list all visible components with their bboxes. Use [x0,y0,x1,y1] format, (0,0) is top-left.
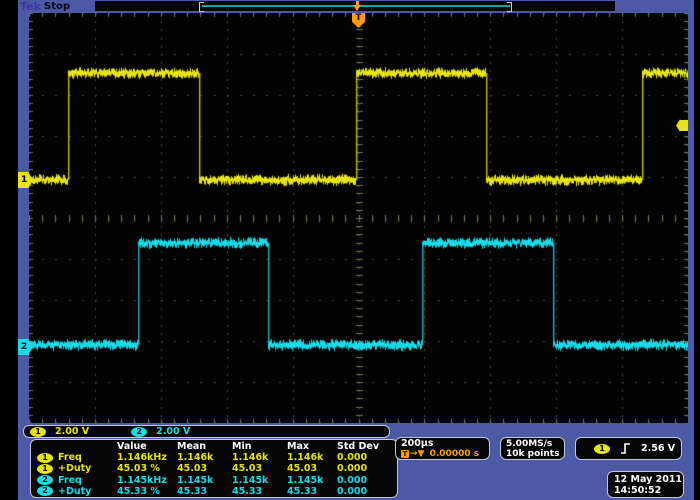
measurement-max: 45.03 [287,463,337,474]
measurement-mean: 1.145k [177,475,232,486]
left-frame-band [18,13,29,423]
channel-1-scale: 2.00 V [55,426,89,437]
measurement-mean: 1.146k [177,452,232,463]
delay-arrows: →▼ [410,449,424,459]
meas-col-max: Max [287,441,337,452]
measurement-value: 45.03 % [117,463,177,474]
horizontal-readout-box: 200µs T→▼ 0.00000 s [395,437,490,460]
measurement-name: Freq [58,452,82,463]
measurement-max: 45.33 [287,486,337,497]
trigger-position-down-arrow-icon [353,1,362,11]
acquisition-status: Stop [44,1,70,12]
measurement-value: 1.145kHz [117,475,177,486]
acquisition-readout-box: 5.00MS/s 10k points [500,437,565,460]
record-window-right-bracket [507,2,512,12]
measurement-stddev: 0.000 [337,486,389,497]
graticule-area: T 1 2 [29,13,688,423]
measurement-row-label: 1 +Duty [33,463,117,474]
measurement-value: 1.146kHz [117,452,177,463]
measurement-row-label: 2 +Duty [33,486,117,497]
meas-col-value: Value [117,441,177,452]
measurement-mean: 45.03 [177,463,232,474]
measurement-stddev: 0.000 [337,463,389,474]
waveform-canvas [29,13,688,423]
record-length: 10k points [506,449,564,459]
trigger-level-readout: 2.56 V [641,443,675,454]
measurement-mean: 45.33 [177,486,232,497]
datetime-box: 12 May 2011 14:50:52 [607,471,684,498]
time-readout: 14:50:52 [614,485,683,496]
tek-logo: Tek [20,0,41,13]
measurement-min: 1.145k [232,475,287,486]
meas-col-min: Min [232,441,287,452]
measurement-max: 1.145k [287,475,337,486]
measurement-name: +Duty [58,486,91,497]
measurement-value: 45.33 % [117,486,177,497]
measurement-min: 45.03 [232,463,287,474]
meas-col-mean: Mean [177,441,232,452]
delay-value: 0.00000 s [430,449,479,459]
arrow-head [353,5,361,11]
trigger-readout-box: 1 2.56 V [575,437,682,460]
measurement-stddev: 0.000 [337,475,389,486]
top-status-bar: Tek Stop [18,0,694,13]
trigger-delay-icon: T [401,450,409,458]
record-view-bar [95,1,615,11]
trigger-delay-readout: T→▼ 0.00000 s [401,449,489,459]
date-readout: 12 May 2011 [614,474,683,485]
channel-1-badge: 1 [30,427,46,437]
channel-1-badge: 1 [37,453,53,463]
measurement-min: 45.33 [232,486,287,497]
channel-2-scale: 2.00 V [156,426,190,437]
channel-2-badge: 2 [37,475,53,485]
measurement-max: 1.146k [287,452,337,463]
right-frame-band [688,13,694,423]
oscilloscope-screen: Tek Stop T 1 2 1 2.00 V 2 2.00 V [0,0,700,500]
bottom-readout-area: 1 2.00 V 2 2.00 V Value Mean Min Max Std… [18,423,694,500]
channel-2-badge: 2 [37,486,53,496]
channel-1-badge: 1 [37,464,53,474]
rising-edge-icon [620,442,631,455]
measurement-stddev: 0.000 [337,452,389,463]
measurement-panel: Value Mean Min Max Std Dev 1 Freq 1.146k… [30,439,398,498]
trigger-source-badge: 1 [594,444,610,454]
timebase-readout: 200µs [401,439,489,449]
channel-scale-bar: 1 2.00 V 2 2.00 V [23,425,390,438]
measurement-name: Freq [58,475,82,486]
meas-col-spacer [33,441,117,452]
meas-col-stddev: Std Dev [337,441,389,452]
channel-2-badge: 2 [131,427,147,437]
record-window-left-bracket [199,2,204,12]
measurement-name: +Duty [58,463,91,474]
measurement-min: 1.146k [232,452,287,463]
measurement-row-label: 1 Freq [33,452,117,463]
sample-rate: 5.00MS/s [506,439,564,449]
measurement-row-label: 2 Freq [33,475,117,486]
